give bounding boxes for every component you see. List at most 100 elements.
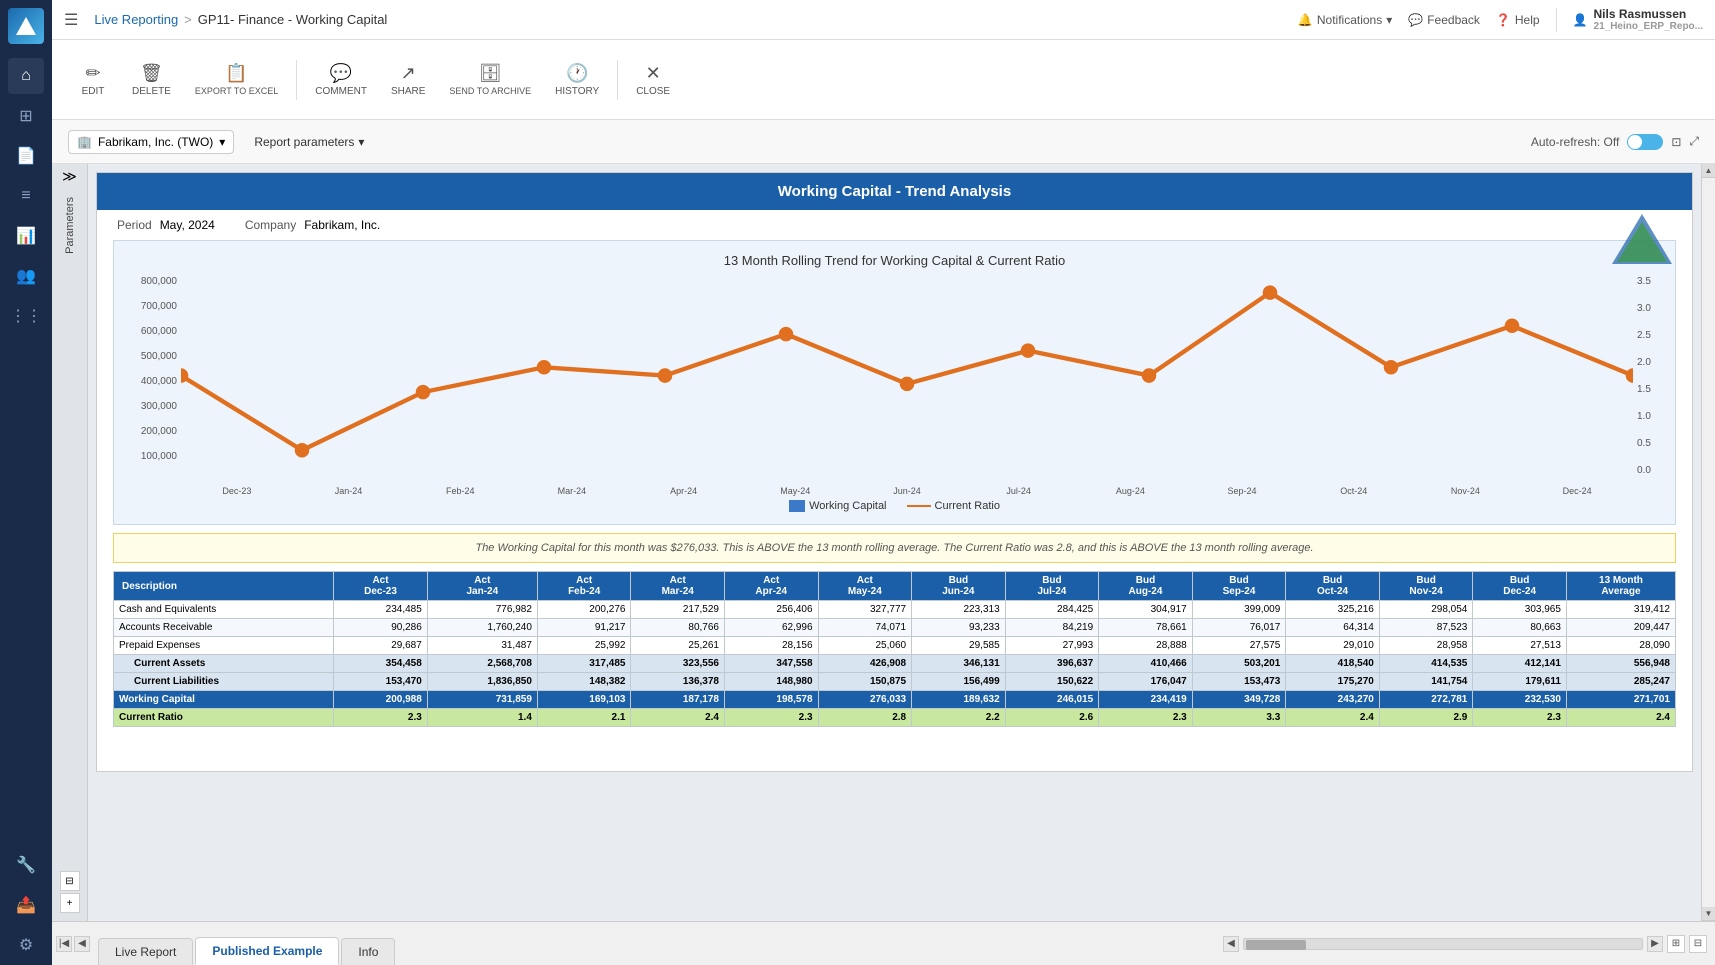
scroll-left[interactable]: ◀ (1223, 936, 1239, 952)
scroll-right[interactable]: ▶ (1647, 936, 1663, 952)
chart-x-label: Apr-24 (628, 486, 740, 496)
chart-x-label: Jul-24 (963, 486, 1075, 496)
expand-toggle[interactable]: ≫ (62, 168, 77, 185)
share-button[interactable]: ↗ SHARE (381, 57, 435, 103)
scroll-down[interactable]: ▼ (1702, 907, 1715, 921)
zoom-out-icon[interactable]: ⊟ (1689, 935, 1707, 953)
tab-live-report[interactable]: Live Report (98, 938, 193, 965)
row-value: 187,178 (631, 691, 725, 709)
col-apr24: ActApr-24 (725, 572, 819, 601)
row-value: 272,781 (1379, 691, 1473, 709)
row-description: Working Capital (114, 691, 334, 709)
archive-button[interactable]: 🗄 SEND TO ARCHIVE (439, 57, 541, 102)
zoom-in-icon[interactable]: ⊞ (1667, 935, 1685, 953)
row-value: 28,888 (1099, 637, 1193, 655)
row-value: 91,217 (537, 619, 631, 637)
nav-list[interactable]: ≡ (8, 178, 44, 214)
nav-analytics[interactable]: 📊 (8, 218, 44, 254)
delete-button[interactable]: 🗑 DELETE (122, 57, 181, 103)
period-item: Period May, 2024 (117, 218, 215, 232)
export-button[interactable]: 📋 EXPORT TO EXCEL (185, 57, 288, 102)
row-value: 176,047 (1099, 673, 1193, 691)
row-value: 27,993 (1005, 637, 1099, 655)
row-value: 271,701 (1566, 691, 1675, 709)
report-area: Working Capital - Trend Analysis Period … (88, 164, 1701, 921)
row-value: 243,270 (1286, 691, 1380, 709)
row-value: 327,777 (818, 601, 912, 619)
auto-refresh-toggle[interactable] (1627, 134, 1663, 150)
row-value: 2.1 (537, 709, 631, 727)
auto-refresh-control: Auto-refresh: Off ⊡ ⤢ (1531, 134, 1699, 150)
tab-published-example[interactable]: Published Example (195, 937, 339, 965)
report-title: Working Capital - Trend Analysis (97, 173, 1692, 210)
data-table: Description ActDec-23 ActJan-24 ActFeb-2… (113, 571, 1676, 727)
row-value: 399,009 (1192, 601, 1286, 619)
row-value: 2.6 (1005, 709, 1099, 727)
comment-icon: 💬 (330, 63, 352, 84)
comment-button[interactable]: 💬 COMMENT (305, 57, 377, 103)
row-value: 150,622 (1005, 673, 1099, 691)
row-value: 418,540 (1286, 655, 1380, 673)
col-may24: ActMay-24 (818, 572, 912, 601)
nav-home[interactable]: ⌂ (8, 58, 44, 94)
nav-export[interactable]: 📤 (8, 887, 44, 923)
row-value: 325,216 (1286, 601, 1380, 619)
hamburger-icon[interactable]: ☰ (64, 10, 78, 30)
nav-dashboard[interactable]: ⊞ (8, 98, 44, 134)
toolbar: ✏ EDIT 🗑 DELETE 📋 EXPORT TO EXCEL 💬 COMM… (52, 40, 1715, 120)
row-value: 64,314 (1286, 619, 1380, 637)
row-value: 2.8 (818, 709, 912, 727)
expand-icon: ⤢ (1689, 134, 1699, 149)
row-value: 303,965 (1473, 601, 1567, 619)
edit-icon: ✏ (85, 63, 100, 84)
archive-icon: 🗄 (479, 63, 502, 84)
tab-prev[interactable]: ◀ (74, 936, 90, 952)
tabs-container: Live Report Published Example Info (94, 922, 401, 965)
filter-icon[interactable]: ⊟ (60, 871, 80, 891)
history-button[interactable]: 🕐 HISTORY (545, 57, 609, 103)
nav-grid[interactable]: ⋮⋮ (8, 298, 44, 334)
col-dec24: BudDec-24 (1473, 572, 1567, 601)
breadcrumb-home[interactable]: Live Reporting (94, 12, 178, 27)
table-row: Working Capital200,988731,859169,103187,… (114, 691, 1676, 709)
add-icon[interactable]: + (60, 893, 80, 913)
chart-x-label: May-24 (739, 486, 851, 496)
report-params-button[interactable]: Report parameters ▾ (246, 131, 372, 153)
feedback-btn[interactable]: 💬 Feedback (1408, 13, 1480, 27)
edit-button[interactable]: ✏ EDIT (68, 57, 118, 103)
col-mar24: ActMar-24 (631, 572, 725, 601)
table-row: Prepaid Expenses29,68731,48725,99225,261… (114, 637, 1676, 655)
nav-settings[interactable]: ⚙ (8, 927, 44, 963)
row-value: 2.9 (1379, 709, 1473, 727)
chart-x-label: Jan-24 (293, 486, 405, 496)
horizontal-scrollbar[interactable] (1243, 938, 1643, 950)
row-value: 223,313 (912, 601, 1006, 619)
right-scrollbar: ▲ ▼ (1701, 164, 1715, 921)
tab-first[interactable]: |◀ (56, 936, 72, 952)
app-logo[interactable] (8, 8, 44, 44)
breadcrumb: Live Reporting > GP11- Finance - Working… (94, 12, 387, 27)
user-info[interactable]: 👤 Nils Rasmussen 21_Heino_ERP_Repo... (1573, 7, 1703, 32)
company-selector[interactable]: 🏢 Fabrikam, Inc. (TWO) ▾ (68, 130, 234, 154)
user-name: Nils Rasmussen (1594, 7, 1703, 21)
history-icon: 🕐 (566, 63, 588, 84)
col-jan24: ActJan-24 (427, 572, 537, 601)
nav-reports[interactable]: 📄 (8, 138, 44, 174)
chart-line (181, 276, 1633, 566)
close-button[interactable]: ✕ CLOSE (626, 57, 680, 103)
row-value: 1,836,850 (427, 673, 537, 691)
tab-info[interactable]: Info (341, 938, 395, 965)
scroll-up[interactable]: ▲ (1702, 164, 1715, 178)
col-aug24: BudAug-24 (1099, 572, 1193, 601)
nav-tools[interactable]: 🔧 (8, 847, 44, 883)
row-value: 276,033 (818, 691, 912, 709)
row-value: 319,412 (1566, 601, 1675, 619)
chart-x-label: Aug-24 (1075, 486, 1187, 496)
row-value: 74,071 (818, 619, 912, 637)
nav-users[interactable]: 👥 (8, 258, 44, 294)
help-btn[interactable]: ❓ Help (1496, 13, 1540, 27)
col-jun24: BudJun-24 (912, 572, 1006, 601)
col-oct24: BudOct-24 (1286, 572, 1380, 601)
row-value: 209,447 (1566, 619, 1675, 637)
notifications-btn[interactable]: 🔔 Notifications ▾ (1298, 13, 1392, 27)
